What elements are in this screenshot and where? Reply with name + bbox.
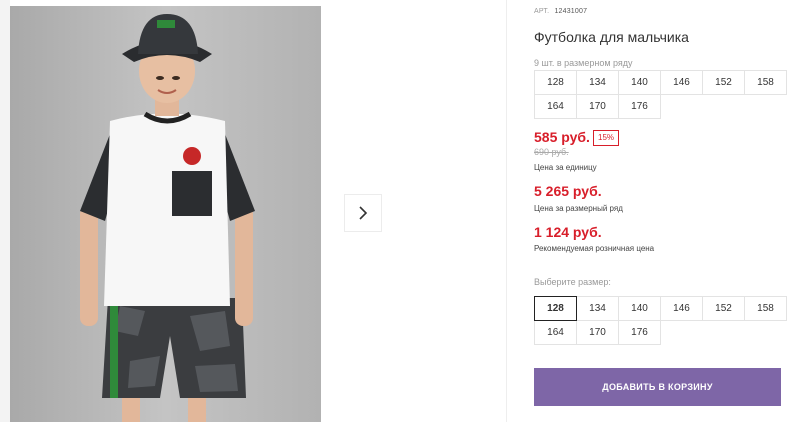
size-range-cell: 164 <box>534 94 577 119</box>
size-range-cell: 128 <box>534 70 577 95</box>
article-number: АРТ. 12431007 <box>534 8 587 15</box>
old-price: 690 руб. <box>534 147 569 157</box>
size-option[interactable]: 170 <box>576 320 619 345</box>
size-range-cell: 152 <box>702 70 745 95</box>
size-option[interactable]: 164 <box>534 320 577 345</box>
unit-price-label: Цена за единицу <box>534 163 597 172</box>
retail-price-label: Рекомендуемая розничная цена <box>534 244 655 253</box>
retail-price: 1 124 руб. <box>534 224 602 240</box>
size-option[interactable]: 140 <box>618 296 661 321</box>
product-title: Футболка для мальчика <box>534 29 689 45</box>
size-range-cell: 134 <box>576 70 619 95</box>
size-count-text: 9 шт. в размерном ряду <box>534 58 633 68</box>
product-gallery <box>0 0 507 422</box>
product-photo <box>10 6 321 422</box>
range-price: 5 265 руб. <box>534 183 602 199</box>
previous-image-peek <box>0 0 10 422</box>
chevron-right-icon <box>359 206 368 220</box>
range-price-label: Цена за размерный ряд <box>534 204 623 213</box>
article-value: 12431007 <box>554 8 588 15</box>
size-range-cell: 158 <box>744 70 787 95</box>
size-option-selected[interactable]: 128 <box>534 296 577 321</box>
panel-divider <box>506 0 507 422</box>
article-label: АРТ. <box>534 8 550 15</box>
size-range-cell: 146 <box>660 70 703 95</box>
size-range-grid: 128 134 140 146 152 158 164 170 176 <box>534 70 787 119</box>
choose-size-label: Выберите размер: <box>534 277 611 287</box>
size-selector: 128 134 140 146 152 158 164 170 176 <box>534 296 787 345</box>
product-photo-illustration <box>10 6 321 422</box>
size-option[interactable]: 152 <box>702 296 745 321</box>
add-to-cart-button[interactable]: ДОБАВИТЬ В КОРЗИНУ <box>534 368 781 406</box>
size-option[interactable]: 158 <box>744 296 787 321</box>
size-option[interactable]: 176 <box>618 320 661 345</box>
size-range-cell: 176 <box>618 94 661 119</box>
next-image-button[interactable] <box>344 194 382 232</box>
unit-price: 585 руб. <box>534 129 590 145</box>
size-range-cell: 140 <box>618 70 661 95</box>
discount-badge: 15% <box>593 130 620 146</box>
size-option[interactable]: 134 <box>576 296 619 321</box>
size-range-cell: 170 <box>576 94 619 119</box>
size-option[interactable]: 146 <box>660 296 703 321</box>
